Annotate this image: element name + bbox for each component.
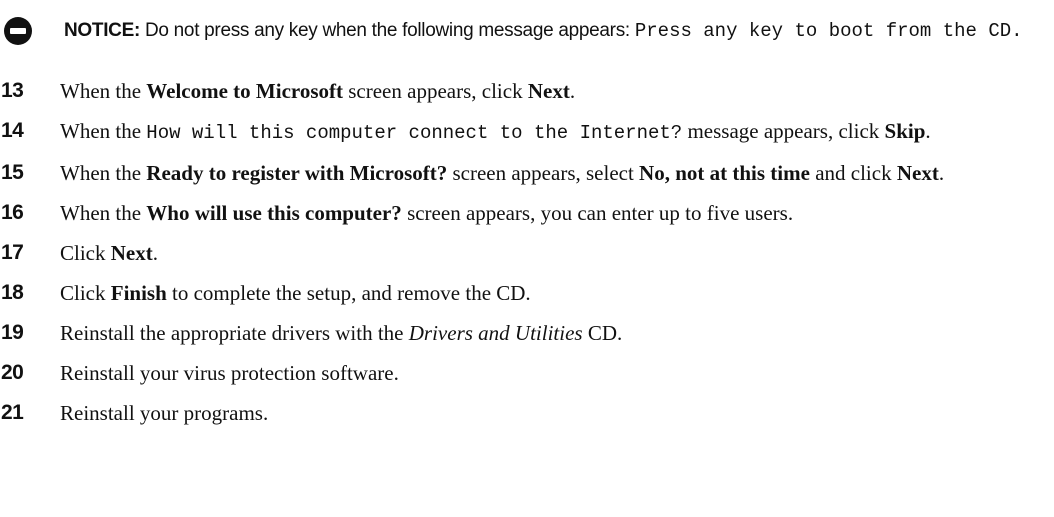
step-number: 20 (1, 361, 24, 384)
ui-term: Welcome to Microsoft (146, 79, 343, 103)
cd-title: Drivers and Utilities (408, 321, 583, 345)
step-text-run: screen appears, click (343, 79, 528, 103)
step-number: 14 (1, 119, 24, 142)
ui-term: No, not at this time (639, 161, 810, 185)
step-item: 16 When the Who will use this computer? s… (0, 199, 1054, 227)
notice-code: Press any key to boot from the CD (634, 20, 1012, 42)
step-text-run: and click (809, 161, 897, 185)
step-text-run: Click (60, 241, 111, 265)
step-number: 13 (1, 79, 24, 102)
step-text-run: When the (60, 161, 147, 185)
step-number: 21 (1, 401, 24, 424)
ui-term: Finish (110, 281, 167, 305)
step-text-run: . (938, 161, 945, 185)
step-text-run: . (152, 241, 158, 265)
notice-end: . (1011, 20, 1023, 42)
step-text-run: CD. (582, 321, 623, 345)
step-text-run: Reinstall the appropriate drivers with t… (60, 321, 409, 345)
step-number: 16 (1, 201, 24, 224)
step-text-run: message appears, click (682, 119, 885, 143)
step-item: 15 When the Ready to register with Micros… (0, 159, 1054, 187)
step-item: 21 Reinstall your programs. (0, 399, 1054, 427)
notice-text: NOTICE: Do not press any key when the fo… (64, 17, 1044, 45)
ui-term: Ready to register with Microsoft? (146, 161, 448, 185)
step-text: Reinstall your virus protection software… (60, 359, 1050, 387)
step-text: Reinstall the appropriate drivers with t… (60, 319, 1050, 347)
notice-block: NOTICE: Do not press any key when the fo… (0, 10, 1054, 70)
step-text-run: When the (60, 119, 147, 143)
step-number: 17 (1, 241, 24, 264)
step-text-run: screen appears, you can enter up to five… (401, 201, 794, 225)
step-item: 17 Click Next. (0, 239, 1054, 267)
ui-term: Next (896, 161, 939, 185)
step-text-run: When the (60, 79, 147, 103)
ui-term: Next (527, 79, 570, 103)
step-text-run: . (925, 119, 931, 143)
ui-term: Skip (884, 119, 926, 143)
step-text: Reinstall your programs. (60, 399, 1050, 427)
step-text-run: . (569, 79, 576, 103)
notice-icon (3, 16, 33, 46)
step-number: 18 (1, 281, 24, 304)
screen-message: How will this computer connect to the In… (146, 122, 683, 144)
ui-term: Who will use this computer? (146, 201, 402, 225)
notice-label: NOTICE: (64, 20, 141, 41)
step-text: When the How will this computer connect … (60, 117, 1050, 147)
step-text-run: to complete the setup, and remove the CD… (166, 281, 531, 305)
step-number: 15 (1, 161, 24, 184)
step-text: Click Finish to complete the setup, and … (60, 279, 1050, 307)
step-text-run: Reinstall your programs. (60, 401, 269, 425)
step-item: 20 Reinstall your virus protection softwa… (0, 359, 1054, 387)
step-number: 19 (1, 321, 24, 344)
step-text: When the Ready to register with Microsof… (60, 159, 1050, 187)
step-text: When the Welcome to Microsoft screen app… (60, 77, 1050, 105)
step-text-run: Click (60, 281, 111, 305)
step-item: 18 Click Finish to complete the setup, an… (0, 279, 1054, 307)
step-text-run: When the (60, 201, 147, 225)
step-text: Click Next. (60, 239, 1050, 267)
step-item: 13 When the Welcome to Microsoft screen a… (0, 77, 1054, 105)
step-text: When the Who will use this computer? scr… (60, 199, 1050, 227)
ui-term: Next (110, 241, 153, 265)
step-text-run: screen appears, select (447, 161, 640, 185)
step-item: 19 Reinstall the appropriate drivers with… (0, 319, 1054, 347)
steps-list: 13 When the Welcome to Microsoft screen a… (0, 77, 1054, 439)
document-page: NOTICE: Do not press any key when the fo… (0, 0, 1054, 517)
step-text-run: Reinstall your virus protection software… (60, 361, 399, 385)
notice-message: Do not press any key when the following … (140, 20, 635, 41)
step-item: 14 When the How will this computer connec… (0, 117, 1054, 147)
